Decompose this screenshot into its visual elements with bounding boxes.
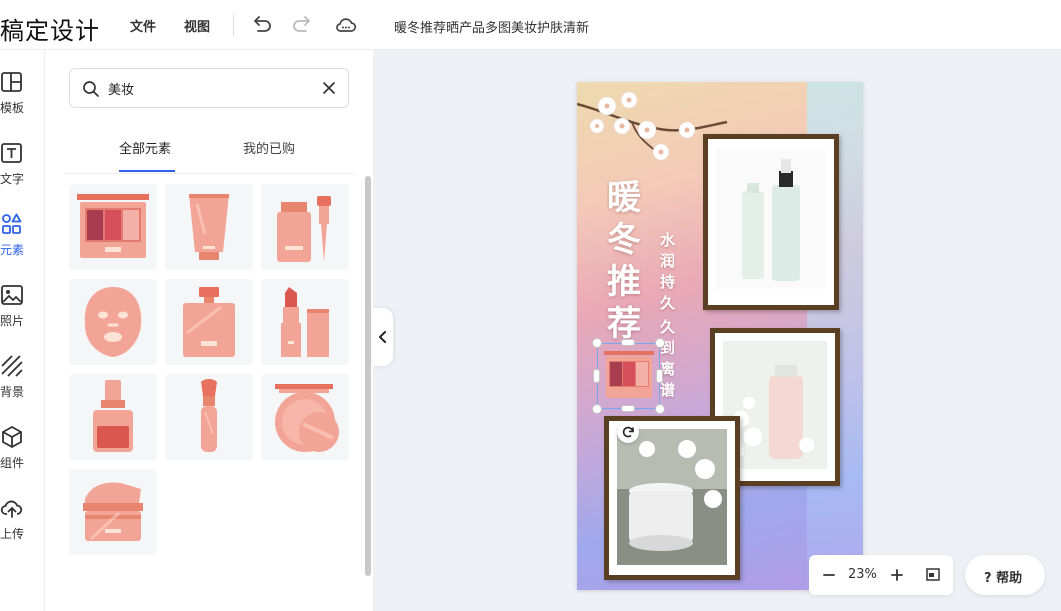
nav-item-text[interactable]: 文字 (0, 141, 44, 197)
eyeshadow-palette-icon (77, 194, 149, 258)
element-nail-polish[interactable] (69, 374, 157, 460)
app-logo[interactable]: 稿定设计 (0, 11, 100, 46)
dropper-bottle-icon (277, 196, 331, 262)
powder-compact-icon (275, 384, 339, 452)
document-title[interactable]: 暖冬推荐晒产品多图美妆护肤清新 (394, 17, 589, 36)
resize-handle-right[interactable] (656, 369, 663, 383)
zoom-level[interactable]: 23% (848, 567, 877, 582)
top-bar: 稿定设计 文件 视图 暖冬推荐晒产品多图美妆护肤清新 (0, 0, 1061, 50)
element-makeup-brush[interactable] (165, 374, 253, 460)
help-text: 帮助 (996, 571, 1023, 586)
element-cream-tube[interactable] (165, 184, 253, 270)
photo-frame-bottles[interactable] (703, 134, 839, 310)
cloud-save-icon[interactable] (334, 13, 358, 37)
rotate-handle[interactable] (617, 421, 639, 443)
menu-view[interactable]: 视图 (184, 16, 210, 35)
chevron-left-icon (379, 331, 386, 343)
nail-polish-icon (93, 380, 133, 452)
redo-icon[interactable] (290, 13, 314, 37)
elements-icon (2, 213, 22, 234)
fit-screen-icon[interactable] (925, 566, 941, 584)
left-nav: 模板 文字 元素 照片 背景 组件 上传 (0, 50, 45, 611)
panel-collapse-button[interactable] (373, 308, 393, 366)
nav-item-template[interactable]: 模板 (0, 70, 44, 126)
undo-icon[interactable] (250, 13, 274, 37)
text-icon (1, 143, 22, 163)
element-eyeshadow-palette[interactable] (69, 184, 157, 270)
menu-file[interactable]: 文件 (130, 16, 156, 35)
poster-subtitle-1[interactable]: 水润持久 (660, 230, 680, 314)
poster-subtitle-2[interactable]: 久到离谱 (660, 317, 680, 401)
help-button[interactable]: ? 帮助 (965, 555, 1045, 595)
resize-handle-top-left[interactable] (592, 338, 602, 348)
search-input[interactable] (108, 78, 308, 98)
cream-tube-icon (189, 194, 229, 260)
resize-handle-top[interactable] (621, 339, 635, 346)
element-perfume-bottle[interactable] (165, 279, 253, 365)
zoom-in-icon[interactable] (889, 566, 905, 584)
component-icon (2, 426, 22, 448)
panel-scrollbar[interactable] (365, 176, 371, 576)
design-poster[interactable]: 暖冬推荐 水润持久 久到离谱 (577, 82, 863, 590)
cream-jar-photo (617, 429, 727, 565)
nav-label-upload: 上传 (0, 527, 25, 541)
selection-box[interactable] (597, 343, 660, 409)
tab-purchased[interactable]: 我的已购 (243, 138, 295, 157)
face-mask-icon (84, 287, 142, 357)
tabs-divider (65, 173, 355, 174)
rotate-icon (622, 426, 634, 438)
resize-handle-bottom-left[interactable] (592, 404, 602, 414)
element-dropper-bottle[interactable] (261, 184, 349, 270)
poster-title[interactable]: 暖冬推荐 (607, 177, 651, 345)
tab-all-elements[interactable]: 全部元素 (119, 138, 171, 157)
help-label: ? 帮助 (984, 571, 1023, 586)
nav-label-photo: 照片 (0, 314, 25, 328)
search-icon (83, 81, 99, 97)
bottles-photo (716, 149, 826, 289)
close-icon[interactable] (320, 79, 338, 97)
nav-item-upload[interactable]: 上传 (0, 496, 44, 552)
nav-label-elements: 元素 (0, 243, 25, 257)
resize-handle-top-right[interactable] (655, 338, 665, 348)
resize-handle-bottom-right[interactable] (655, 404, 665, 414)
makeup-brush-icon (201, 379, 217, 452)
nav-label-component: 组件 (0, 456, 25, 470)
template-icon (1, 72, 22, 92)
nav-label-text: 文字 (0, 172, 25, 186)
nav-item-component[interactable]: 组件 (0, 425, 44, 481)
photo-icon (1, 285, 23, 305)
element-cream-jar[interactable] (69, 469, 157, 555)
cream-jar-icon (83, 482, 143, 541)
zoom-controls: 23% (809, 555, 953, 595)
toolbar-divider (233, 13, 234, 37)
nav-label-template: 模板 (0, 101, 25, 115)
resize-handle-bottom[interactable] (621, 405, 635, 412)
resize-handle-left[interactable] (593, 369, 600, 383)
zoom-out-icon[interactable] (821, 566, 837, 584)
element-lipstick[interactable] (261, 279, 349, 365)
lipstick-icon (281, 287, 329, 357)
nav-item-photo[interactable]: 照片 (0, 283, 44, 339)
element-powder-compact[interactable] (261, 374, 349, 460)
nav-label-background: 背景 (0, 385, 25, 399)
tab-active-indicator (119, 170, 175, 172)
element-face-mask[interactable] (69, 279, 157, 365)
nav-item-background[interactable]: 背景 (0, 354, 44, 410)
nav-item-elements[interactable]: 元素 (0, 212, 44, 268)
search-box[interactable] (69, 68, 349, 108)
elements-panel: 全部元素 我的已购 (45, 50, 373, 611)
background-icon (1, 355, 23, 377)
perfume-bottle-icon (183, 287, 235, 357)
upload-icon (0, 500, 23, 518)
